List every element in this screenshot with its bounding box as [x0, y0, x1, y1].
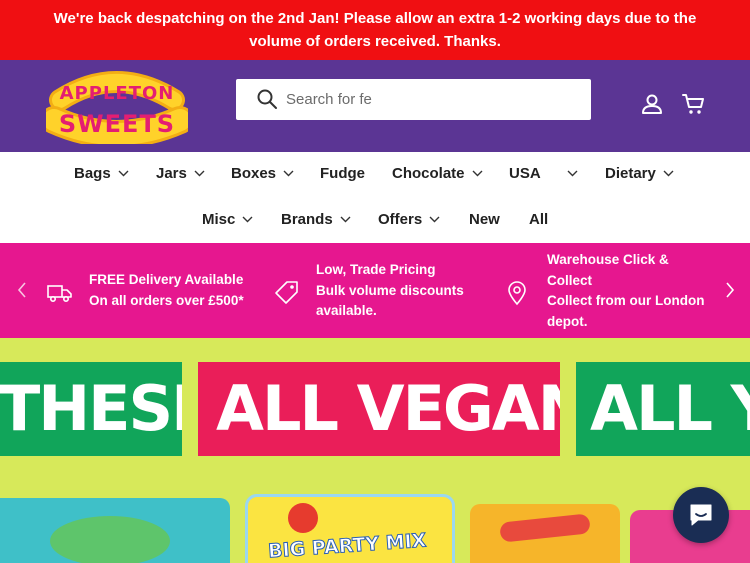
product-bag-left [0, 498, 230, 563]
chevron-down-icon [663, 170, 674, 177]
nav-item-offers[interactable]: Offers [378, 211, 440, 228]
usp-carousel: FREE Delivery Available On all orders ov… [0, 243, 750, 338]
logo-text-top: APPLETON [60, 83, 175, 104]
usp-line: Warehouse Click & [547, 252, 669, 267]
usp-line: FREE Delivery Available [89, 272, 244, 287]
site-header: APPLETON SWEETS [0, 60, 750, 152]
nav-label: Bags [74, 165, 111, 182]
truck-icon [47, 285, 72, 302]
nav-item-jars[interactable]: Jars [156, 165, 205, 182]
chevron-down-icon [340, 216, 351, 223]
nav-item-boxes[interactable]: Boxes [231, 165, 294, 182]
nav-item-bags[interactable]: Bags [74, 165, 129, 182]
usp-line: Bulk volume discounts [316, 282, 464, 298]
chevron-right-icon[interactable] [724, 281, 736, 299]
search-icon[interactable] [256, 88, 278, 110]
chat-icon [690, 504, 712, 526]
product-bag-right [470, 504, 620, 563]
banner-word-all-vegan: ALL VEGAN [198, 362, 560, 456]
banner-word-these: THESE [0, 362, 182, 456]
product-bag-graphic [499, 513, 591, 543]
nav-item-misc[interactable]: Misc [202, 211, 253, 228]
usp-item-delivery: FREE Delivery Available On all orders ov… [47, 270, 244, 311]
nav-item-brands[interactable]: Brands [281, 211, 351, 228]
search-bar [236, 79, 591, 120]
chevron-left-icon[interactable] [16, 281, 28, 299]
nav-label: New [469, 211, 500, 228]
usp-line: Collect [547, 272, 593, 288]
nav-item-new[interactable]: New [469, 211, 500, 228]
usp-line: depot. [547, 313, 588, 329]
site-logo[interactable]: APPLETON SWEETS [40, 70, 194, 148]
usp-item-pricing: Low, Trade Pricing Bulk volume discounts… [274, 260, 464, 322]
cart-icon[interactable] [682, 92, 706, 116]
chevron-down-icon [283, 170, 294, 177]
main-nav: Bags Jars Boxes Fudge Chocolate USA Diet… [0, 152, 750, 243]
bag-label: BIG PARTY MIX [267, 529, 428, 563]
nav-item-dietary[interactable]: Dietary [605, 165, 674, 182]
account-icon[interactable] [640, 92, 664, 116]
product-bag-graphic [50, 516, 170, 563]
nav-label: Boxes [231, 165, 277, 182]
usp-line: Collect from our London [547, 293, 705, 308]
usp-line: available. [316, 303, 377, 318]
usp-line: Low, Trade Pricing [316, 262, 436, 277]
price-tag-icon [275, 281, 298, 304]
banner-word-all-y: ALL Y [576, 362, 750, 456]
usp-item-collect: Warehouse Click & Collect Collect from o… [504, 250, 705, 332]
nav-item-all[interactable]: All [529, 211, 548, 228]
search-input[interactable] [286, 85, 576, 113]
brand-badge [288, 503, 318, 533]
announcement-line-2: volume of orders received. Thanks. [249, 33, 501, 50]
nav-label: Fudge [320, 165, 365, 182]
usp-text: FREE Delivery Available On all orders ov… [89, 270, 244, 311]
chevron-down-icon [472, 170, 483, 177]
nav-item-usa[interactable]: USA [509, 165, 578, 182]
nav-label: Dietary [605, 165, 656, 182]
logo-text-bottom: SWEETS [59, 110, 175, 138]
nav-label: Misc [202, 211, 236, 228]
nav-label: Offers [378, 211, 423, 228]
chevron-down-icon [242, 216, 253, 223]
nav-label: USA [509, 165, 541, 182]
location-pin-icon [508, 281, 526, 306]
nav-item-fudge[interactable]: Fudge [320, 165, 365, 182]
nav-label: Jars [156, 165, 187, 182]
nav-label: Chocolate [392, 165, 465, 182]
usp-text: Low, Trade Pricing Bulk volume discounts… [316, 260, 464, 322]
usp-line: On all orders over £500* [89, 292, 244, 308]
chevron-down-icon [567, 170, 578, 177]
chevron-down-icon [118, 170, 129, 177]
chevron-down-icon [429, 216, 440, 223]
announcement-line-1: We're back despatching on the 2nd Jan! P… [53, 10, 697, 27]
product-bag-big-party-mix: BIG PARTY MIX [245, 494, 455, 563]
announcement-bar: We're back despatching on the 2nd Jan! P… [0, 0, 750, 60]
usp-text: Warehouse Click & Collect Collect from o… [547, 250, 705, 332]
chevron-down-icon [194, 170, 205, 177]
nav-item-chocolate[interactable]: Chocolate [392, 165, 483, 182]
hero-banner[interactable]: THESE ALL VEGAN ALL Y BIG PARTY MIX [0, 338, 750, 563]
nav-label: All [529, 211, 549, 228]
nav-label: Brands [281, 211, 333, 228]
chat-button[interactable] [673, 487, 729, 543]
